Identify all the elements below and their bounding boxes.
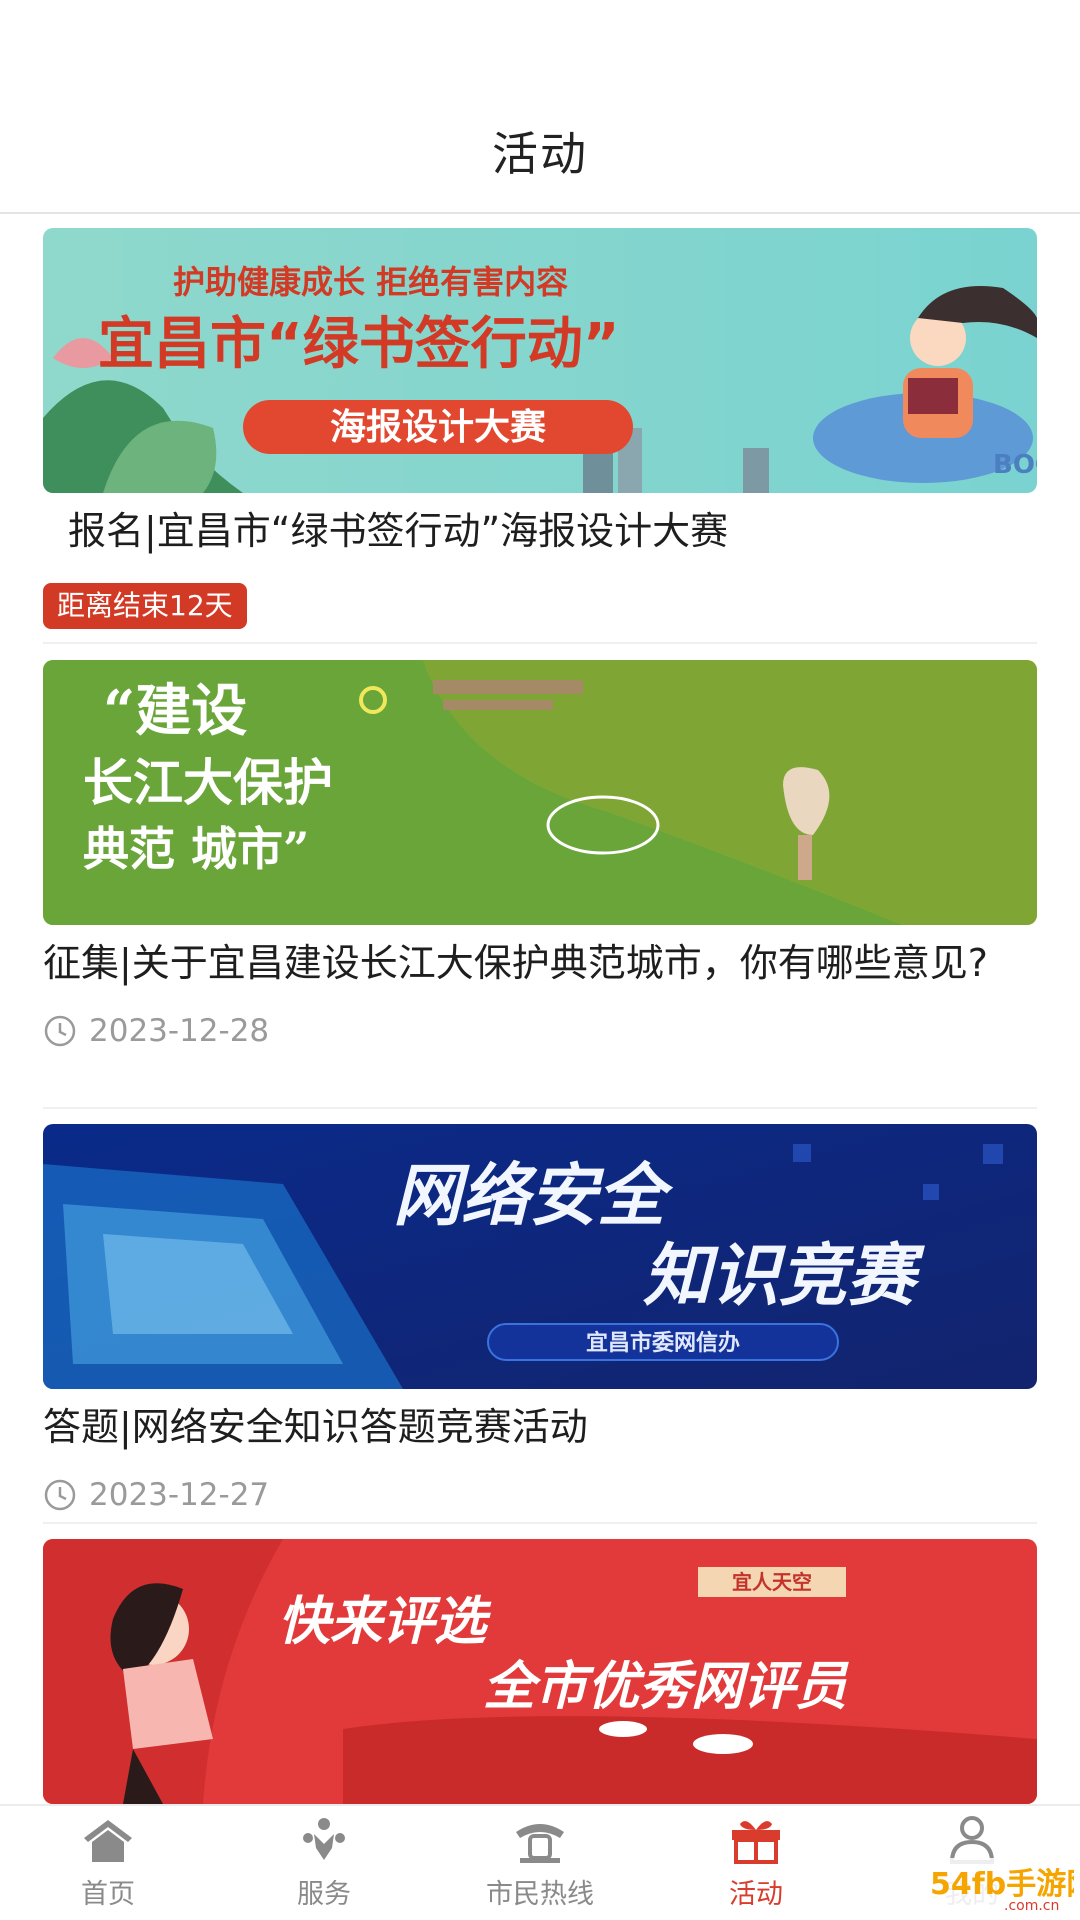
activity-date: 2023-12-28: [89, 1013, 270, 1049]
activity-card[interactable]: 宜人天空 快来评选 全市优秀网评员: [43, 1539, 1037, 1804]
home-icon: [84, 1820, 132, 1862]
bottom-tab-bar: 首页 服务 市民热线 活动 我的: [0, 1804, 1080, 1920]
banner-org: 宜昌市委网信办: [586, 1330, 740, 1356]
watermark-text: 54fb手游网: [930, 1867, 1074, 1902]
clock-icon: [44, 1479, 76, 1511]
book-label: BOOK: [993, 450, 1037, 480]
activity-banner[interactable]: 宜人天空 快来评选 全市优秀网评员: [43, 1539, 1037, 1804]
tab-label: 活动: [729, 1879, 783, 1910]
banner-line1: 快来评选: [278, 1592, 492, 1652]
tab-activity[interactable]: 活动: [648, 1806, 864, 1920]
activity-date: 2023-12-27: [89, 1477, 270, 1513]
banner-line2: 全市优秀网评员: [483, 1657, 849, 1717]
activity-card[interactable]: “建设 长江大保护 典范 城市” 征集|关于宜昌建设长江大保护典范城市，你有哪些…: [43, 660, 1037, 1051]
tab-service[interactable]: 服务: [216, 1806, 432, 1920]
header-bar: 活动: [0, 0, 1080, 214]
activity-card[interactable]: 网络安全 知识竞赛 宜昌市委网信办 答题|网络安全知识答题竞赛活动 2023-1…: [43, 1124, 1037, 1515]
divider: [43, 1107, 1037, 1109]
clock-icon: [44, 1015, 76, 1047]
banner-line1: “建设: [103, 678, 247, 744]
banner-subtitle: 海报设计大赛: [330, 407, 547, 448]
activity-banner[interactable]: 网络安全 知识竞赛 宜昌市委网信办: [43, 1124, 1037, 1389]
date-row: 2023-12-28: [43, 1011, 1037, 1051]
banner-line2: 知识竞赛: [643, 1237, 925, 1316]
activity-title[interactable]: 答题|网络安全知识答题竞赛活动: [43, 1401, 1037, 1453]
deadline-badge: 距离结束12天: [43, 583, 247, 629]
activity-title[interactable]: 征集|关于宜昌建设长江大保护典范城市，你有哪些意见?: [43, 937, 1037, 989]
tab-label: 首页: [81, 1879, 135, 1910]
divider: [43, 1522, 1037, 1524]
activity-banner[interactable]: “建设 长江大保护 典范 城市”: [43, 660, 1037, 925]
tab-label: 服务: [297, 1879, 351, 1910]
activity-feed[interactable]: BOOK 护助健康成长 拒绝有害内容 宜昌市“绿书签行动” 海报设计大赛 报名|…: [0, 216, 1080, 1804]
banner-slogan: 护助健康成长 拒绝有害内容: [173, 263, 568, 301]
watermark-logo: 54fb手游网 .com.cn: [924, 1858, 1074, 1914]
activity-banner[interactable]: BOOK 护助健康成长 拒绝有害内容 宜昌市“绿书签行动” 海报设计大赛: [43, 228, 1037, 493]
banner-line3: 典范 城市”: [83, 822, 309, 876]
banner-tag: 宜人天空: [732, 1570, 812, 1594]
activity-title[interactable]: 报名|宜昌市“绿书签行动”海报设计大赛: [43, 505, 1037, 557]
divider: [43, 642, 1037, 644]
tab-home[interactable]: 首页: [0, 1806, 216, 1920]
tab-label: 市民热线: [486, 1879, 594, 1910]
page-title: 活动: [492, 127, 588, 181]
date-row: 2023-12-27: [43, 1475, 1037, 1515]
gift-icon: [732, 1821, 780, 1864]
banner-headline: 宜昌市“绿书签行动”: [98, 312, 620, 377]
hotline-icon: [516, 1824, 564, 1863]
tab-hotline[interactable]: 市民热线: [432, 1806, 648, 1920]
banner-line2: 长江大保护: [83, 753, 333, 812]
service-icon: [303, 1818, 345, 1860]
banner-line1: 网络安全: [393, 1157, 674, 1236]
watermark-domain: .com.cn: [1004, 1898, 1059, 1914]
activity-card[interactable]: BOOK 护助健康成长 拒绝有害内容 宜昌市“绿书签行动” 海报设计大赛 报名|…: [43, 228, 1037, 629]
